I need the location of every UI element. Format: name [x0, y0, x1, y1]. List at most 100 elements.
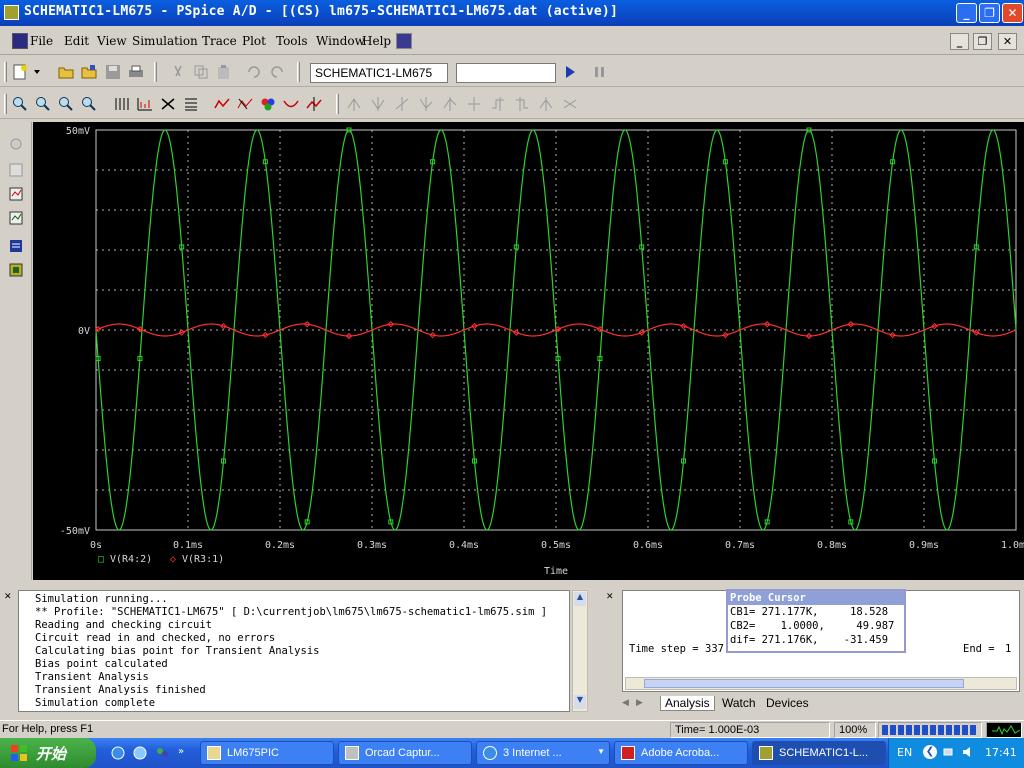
tab-devices[interactable]: Devices: [762, 696, 813, 710]
secondary-combo[interactable]: [456, 63, 556, 83]
label-icon[interactable]: [562, 96, 578, 112]
menu-window[interactable]: Window: [316, 34, 365, 48]
title-bar[interactable]: SCHEMATIC1-LM675 - PSpice A/D - [(CS) lm…: [0, 0, 1024, 26]
tab-scroll-right-icon[interactable]: ▶: [636, 697, 643, 708]
probe-plot-window[interactable]: 50mV 0V -50mV 0s 0.1ms 0.2ms 0.3ms 0.4ms 0.5ms 0.…: [33, 122, 1024, 580]
probe-cursor-title[interactable]: Probe Cursor: [728, 591, 904, 605]
close-status-icon[interactable]: ✕: [606, 592, 614, 602]
cursor-prev-transition-icon[interactable]: [514, 96, 530, 112]
menu-tools[interactable]: Tools: [276, 34, 308, 48]
copy-icon[interactable]: [193, 64, 209, 80]
mdi-restore-button[interactable]: ❐: [973, 33, 992, 50]
run-icon[interactable]: [562, 64, 578, 80]
tab-scroll-left-icon[interactable]: ◀: [622, 697, 629, 708]
taskbar: 开始 » LM675PIC Orcad Captur... 3 Internet…: [0, 738, 1024, 768]
cursor-max-icon[interactable]: [442, 96, 458, 112]
open-simulation-icon[interactable]: [81, 64, 97, 80]
scroll-down-icon[interactable]: ▼: [574, 695, 586, 709]
log-y-axis-icon[interactable]: [183, 96, 199, 112]
performance-analysis-icon[interactable]: [160, 96, 176, 112]
cursor-trough-icon[interactable]: [370, 96, 386, 112]
task-orcad-capture[interactable]: Orcad Captur...: [338, 741, 472, 765]
eval-goal-function-icon[interactable]: [237, 96, 253, 112]
minimize-button[interactable]: _: [956, 3, 977, 23]
open-folder-icon[interactable]: [58, 64, 74, 80]
cursor-peak-icon[interactable]: [346, 96, 362, 112]
close-output-icon[interactable]: ✕: [4, 592, 12, 602]
print-icon[interactable]: [128, 64, 144, 80]
task-schematic1[interactable]: SCHEMATIC1-L...: [752, 741, 886, 765]
netlist-icon[interactable]: [8, 262, 24, 278]
cursor-search-icon[interactable]: [466, 96, 482, 112]
cursor-trace-icon[interactable]: [283, 96, 299, 112]
new-icon[interactable]: [12, 64, 28, 80]
task-lm675pic[interactable]: LM675PIC: [200, 741, 334, 765]
pause-icon[interactable]: [592, 64, 608, 80]
cursor-next-transition-icon[interactable]: [490, 96, 506, 112]
cursor-slope-icon[interactable]: [394, 96, 410, 112]
status-hscrollbar[interactable]: [625, 677, 1017, 690]
menu-plot[interactable]: Plot: [242, 34, 266, 48]
mdi-close-button[interactable]: ✕: [998, 33, 1017, 50]
tab-watch[interactable]: Watch: [718, 696, 760, 710]
save-icon[interactable]: [105, 64, 121, 80]
start-button[interactable]: 开始: [0, 738, 96, 768]
document-icon[interactable]: [12, 33, 28, 49]
zoom-out-icon[interactable]: [35, 96, 51, 112]
plot-window-icon[interactable]: [8, 162, 24, 178]
quicklaunch-more-icon[interactable]: »: [178, 746, 184, 757]
x-axis-label: Time: [544, 566, 568, 577]
x-tick-label: 0.5ms: [541, 540, 571, 551]
output-file-icon[interactable]: [8, 238, 24, 254]
tray-expand-icon[interactable]: ❮: [923, 745, 937, 759]
add-trace-icon[interactable]: [214, 96, 230, 112]
probe-settings-icon[interactable]: [8, 136, 24, 152]
profile-combo[interactable]: SCHEMATIC1-LM675: [310, 63, 448, 83]
restore-button[interactable]: ❐: [979, 3, 1000, 23]
menu-edit[interactable]: Edit: [64, 34, 89, 48]
task-adobe-acrobat[interactable]: Adobe Acroba...: [614, 741, 748, 765]
browser-quicklaunch-icon[interactable]: [132, 745, 148, 761]
menu-trace[interactable]: Trace: [202, 34, 237, 48]
zoom-in-icon[interactable]: [12, 96, 28, 112]
edit-profile-icon[interactable]: [8, 210, 24, 226]
fourier-icon[interactable]: [137, 96, 153, 112]
zoom-area-icon[interactable]: [58, 96, 74, 112]
redo-icon[interactable]: [269, 64, 285, 80]
color-marker-icon[interactable]: [260, 96, 276, 112]
waveform-chart[interactable]: 50mV 0V -50mV0s 0.1ms 0.2ms 0.3ms 0.4ms 0.5ms 0.…: [33, 122, 1024, 580]
probe-cursor-window[interactable]: Probe Cursor CB1= 271.177K, 18.528 CB2= …: [726, 589, 906, 653]
paste-icon[interactable]: [216, 64, 232, 80]
scroll-up-icon[interactable]: ▲: [574, 592, 586, 606]
volume-icon[interactable]: [961, 745, 975, 759]
scroll-thumb[interactable]: [644, 679, 964, 688]
close-button[interactable]: ✕: [1002, 3, 1023, 23]
task-internet[interactable]: 3 Internet ... ▼: [476, 741, 610, 765]
messenger-quicklaunch-icon[interactable]: [154, 745, 170, 761]
tab-analysis[interactable]: Analysis: [660, 696, 715, 711]
log-x-axis-icon[interactable]: [114, 96, 130, 112]
simulation-profile-icon[interactable]: [8, 186, 24, 202]
activity-monitor-icon: [986, 722, 1022, 738]
menu-view[interactable]: View: [97, 34, 127, 48]
menu-simulation[interactable]: Simulation: [132, 34, 198, 48]
mark-label-icon[interactable]: [538, 96, 554, 112]
cut-icon[interactable]: [170, 64, 186, 80]
toggle-cursor-icon[interactable]: [306, 96, 322, 112]
mdi-minimize-button[interactable]: _: [950, 33, 969, 50]
output-log[interactable]: Simulation running... ** Profile: "SCHEM…: [18, 590, 570, 712]
x-tick-label: 0.1ms: [173, 540, 203, 551]
task-label: LM675PIC: [227, 747, 279, 759]
pspice-app-icon[interactable]: [4, 5, 19, 20]
mdi-doc-icon[interactable]: [396, 33, 412, 49]
zoom-fit-icon[interactable]: [81, 96, 97, 112]
undo-icon[interactable]: [246, 64, 262, 80]
menu-file[interactable]: File: [30, 34, 53, 48]
network-icon[interactable]: [943, 745, 957, 759]
cursor-min-icon[interactable]: [418, 96, 434, 112]
language-indicator[interactable]: EN: [897, 746, 912, 759]
output-scrollbar[interactable]: ▲ ▼: [572, 590, 588, 712]
ie-quicklaunch-icon[interactable]: [110, 745, 126, 761]
menu-help[interactable]: Help: [362, 34, 391, 48]
chevron-down-icon[interactable]: [32, 64, 48, 80]
